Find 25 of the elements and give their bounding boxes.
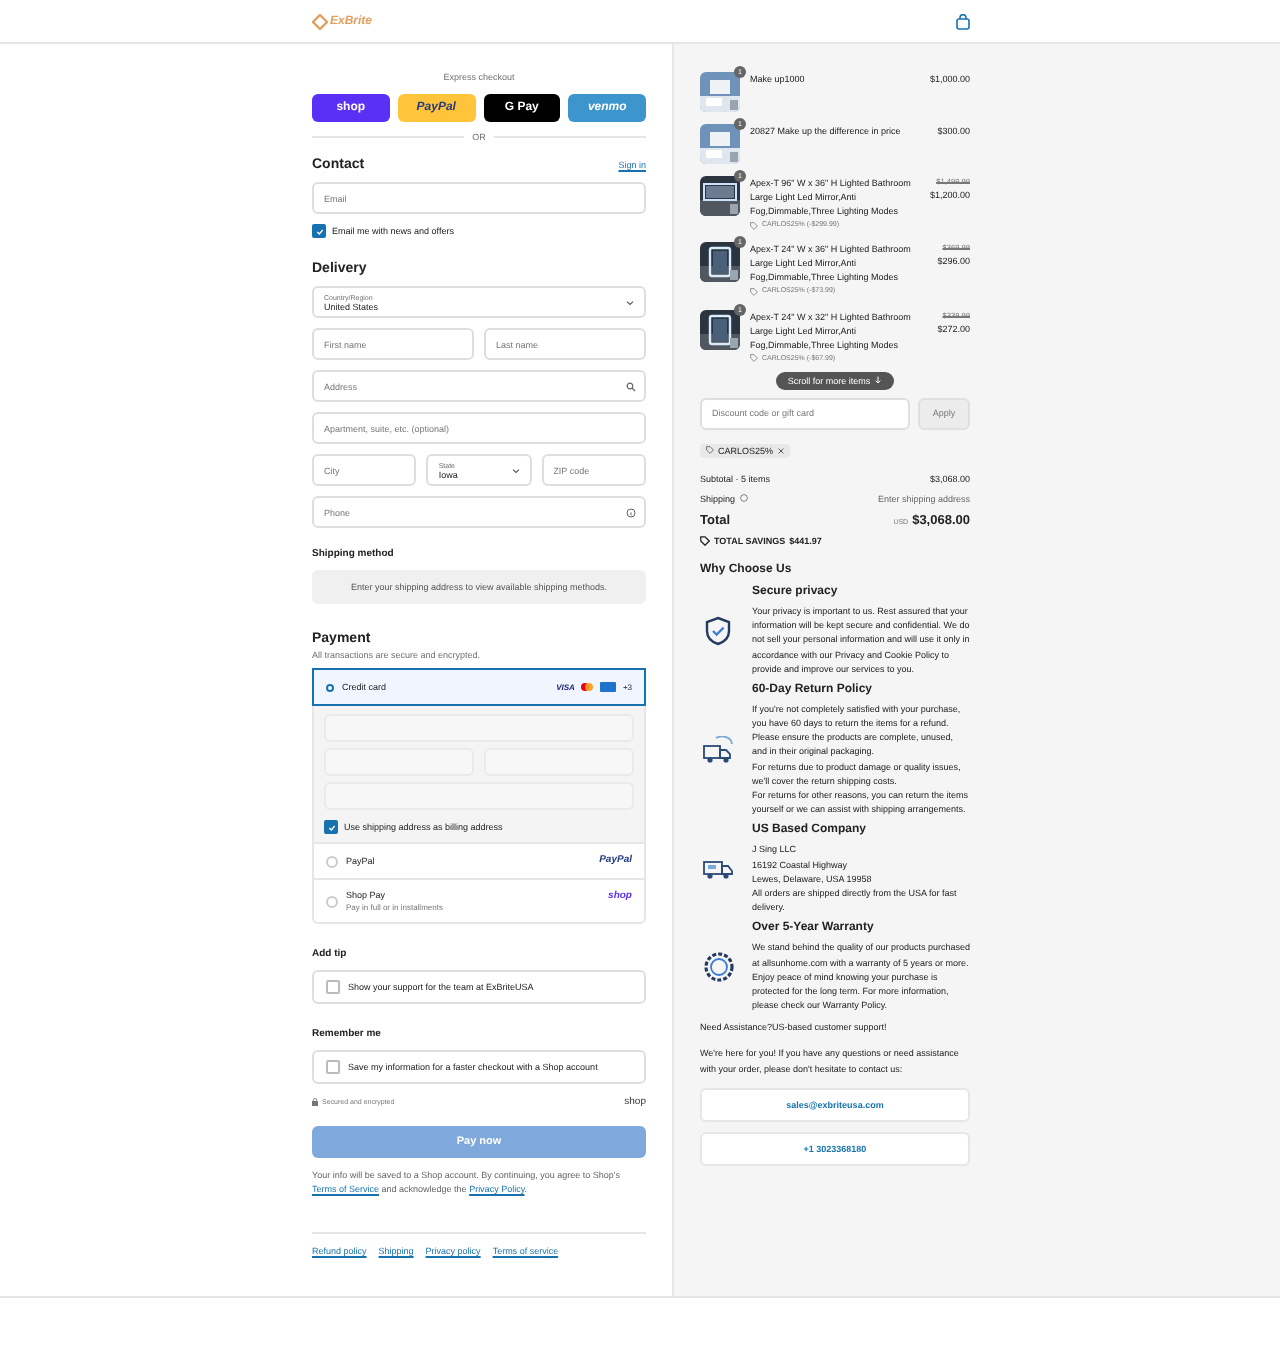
search-icon[interactable] — [626, 381, 636, 391]
tag-icon — [750, 354, 758, 363]
tag-icon — [706, 446, 714, 455]
checkbox[interactable] — [326, 980, 340, 994]
info-icon[interactable] — [739, 494, 748, 503]
logo-icon — [312, 13, 328, 29]
card-brand-icon — [600, 682, 617, 692]
truck-icon — [702, 859, 734, 880]
warranty-badge-icon — [703, 952, 733, 983]
tag-icon — [750, 221, 758, 230]
arrow-down-icon — [874, 376, 883, 385]
tag-icon — [750, 287, 758, 296]
shield-check-icon — [704, 615, 732, 646]
checkbox[interactable] — [312, 224, 326, 238]
close-icon[interactable] — [777, 447, 784, 454]
truck-icon — [702, 736, 734, 765]
checkbox[interactable] — [324, 820, 338, 834]
lock-icon — [312, 1098, 318, 1106]
info-icon[interactable] — [626, 507, 636, 517]
mastercard-icon — [580, 682, 595, 692]
tag-icon — [700, 535, 710, 546]
checkbox[interactable] — [326, 1060, 340, 1074]
chevron-down-icon — [511, 467, 520, 473]
chevron-down-icon — [626, 299, 634, 305]
shopping-bag-icon[interactable] — [956, 13, 970, 29]
